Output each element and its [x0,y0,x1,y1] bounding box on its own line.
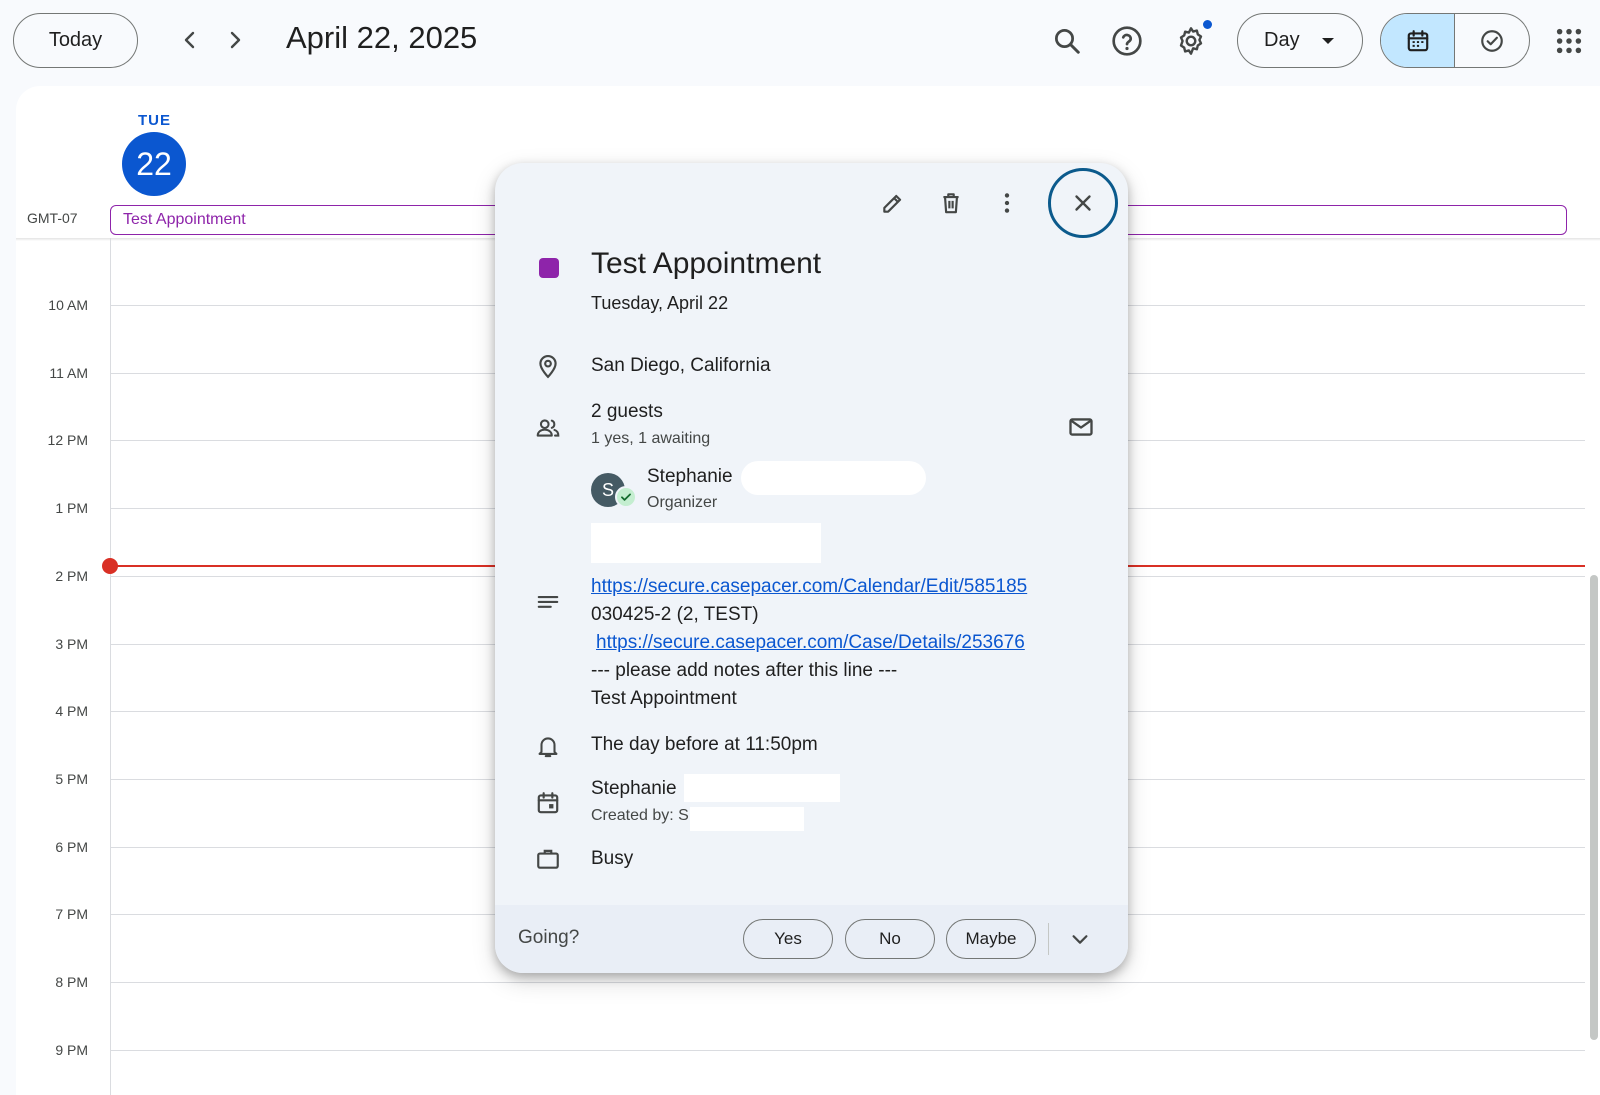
hour-label: 10 AM [48,297,88,313]
calendar-owner: Stephanie [591,778,677,799]
hour-label: 4 PM [55,703,88,719]
scrollbar-thumb[interactable] [1590,575,1598,1040]
created-by: Created by: S [591,807,689,824]
calendar-icon [1407,29,1428,51]
calendar-tasks-toggle [1380,13,1530,68]
view-selector-button[interactable]: Day [1237,13,1363,68]
description-notes-divider: --- please add notes after this line --- [591,660,898,681]
day-number-badge[interactable]: 22 [122,132,186,196]
today-button[interactable]: Today [13,13,138,68]
guests-status: 1 yes, 1 awaiting [591,430,711,447]
hour-label: 7 PM [55,906,88,922]
help-icon[interactable] [1108,22,1146,60]
organizer-role: Organizer [647,494,718,511]
event-color-swatch [539,258,559,278]
redacted-guest [591,523,821,563]
hour-label: 12 PM [47,432,88,448]
rsvp-footer: Going? Yes No Maybe [495,905,1128,973]
more-options-button[interactable] [987,183,1027,223]
event-title: Test Appointment [591,247,822,280]
edit-event-button[interactable] [873,183,913,223]
location-pin-icon [533,351,563,381]
redacted-organizer-surname [741,461,926,495]
description-link-calendar-edit[interactable]: https://secure.casepacer.com/Calendar/Ed… [591,576,1027,598]
chevron-left-icon[interactable] [173,23,207,57]
hour-label: 9 PM [55,1042,88,1058]
mail-icon [1069,418,1093,436]
rsvp-no-button[interactable]: No [845,919,935,959]
event-date: Tuesday, April 22 [591,293,729,313]
description-case-number: 030425-2 (2, TEST) [591,604,759,625]
trash-icon [943,193,959,214]
chevron-right-icon[interactable] [218,23,252,57]
hour-label: 1 PM [55,500,88,516]
event-details-popup: Test Appointment Tuesday, April 22 San D… [495,163,1128,973]
day-weekday-label: TUE [138,112,171,129]
hour-label: 6 PM [55,839,88,855]
view-selector-label: Day [1264,29,1300,51]
top-bar: Today April 22, 2025 Day [0,0,1600,84]
footer-divider [1048,923,1049,955]
email-guests-button[interactable] [1067,413,1097,443]
search-icon[interactable] [1048,22,1086,60]
caret-down-icon [1322,38,1334,44]
rsvp-yes-button[interactable]: Yes [743,919,833,959]
event-location[interactable]: San Diego, California [591,355,771,377]
grid-vertical-line [110,238,111,1095]
hour-label: 3 PM [55,636,88,652]
pencil-icon [883,194,902,213]
timezone-label: GMT-07 [27,210,78,226]
availability-status: Busy [591,848,634,869]
close-icon [1075,195,1091,211]
current-date-title: April 22, 2025 [286,20,478,55]
going-label: Going? [518,927,580,948]
description-link-case-details[interactable]: https://secure.casepacer.com/Case/Detail… [596,632,1025,654]
people-icon [533,413,563,443]
hour-label: 5 PM [55,771,88,787]
bell-icon [533,731,563,761]
briefcase-icon [533,844,563,874]
redacted-owner-surname [684,774,840,802]
notification-dot [1203,20,1212,29]
hour-label: 2 PM [55,568,88,584]
hour-gridline[interactable] [110,1050,1585,1051]
close-popup-button[interactable] [1048,168,1118,238]
delete-event-button[interactable] [931,183,971,223]
organizer-name: Stephanie [647,466,733,487]
hour-label: 11 AM [49,365,88,381]
task-check-icon [1481,29,1503,52]
current-time-dot [102,558,118,574]
event-reminder: The day before at 11:50pm [591,734,818,755]
rsvp-maybe-button[interactable]: Maybe [946,919,1036,959]
apps-grid-icon[interactable] [1554,26,1584,56]
notes-icon [533,588,563,618]
hour-gridline[interactable] [110,982,1585,983]
calendar-event-icon [533,788,563,818]
chevron-down-icon [1072,935,1088,944]
hour-label: 8 PM [55,974,88,990]
description-notes: Test Appointment [591,688,737,709]
tasks-view-toggle[interactable] [1455,14,1529,67]
rsvp-options-button[interactable] [1065,924,1095,954]
redacted-creator [690,807,804,831]
guests-count: 2 guests [591,401,663,422]
accepted-check-icon [615,486,637,508]
more-vert-icon [1004,193,1010,213]
calendar-view-toggle[interactable] [1381,14,1455,67]
